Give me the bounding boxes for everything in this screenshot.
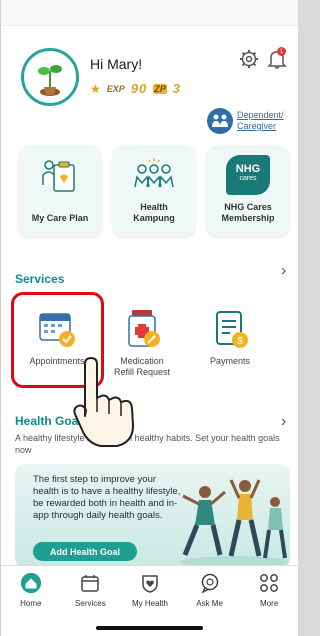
nav-ask-me[interactable]: Ask Me: [180, 566, 240, 621]
pointing-hand-icon: [71, 356, 141, 451]
exp-label: EXP: [106, 83, 125, 94]
bottom-nav: Home Services My Health Ask Me More: [1, 565, 298, 621]
star-icon: ★: [90, 81, 101, 96]
nav-label: Home: [20, 599, 42, 608]
grid-icon: [258, 572, 280, 594]
status-bar: [1, 0, 298, 26]
banner-text: The first step to improve your health is…: [33, 474, 181, 521]
community-icon: [113, 154, 195, 196]
health-goals-description: A healthy lifestyle begins with healthy …: [15, 433, 280, 455]
nhg-logo-text: NHG: [235, 163, 261, 175]
service-label: Payments: [209, 356, 251, 366]
avatar[interactable]: [21, 48, 79, 106]
exercise-illustration: [180, 479, 290, 568]
zp-label: ZP: [153, 83, 167, 94]
add-health-goal-button[interactable]: Add Health Goal: [33, 542, 137, 561]
nhg-logo-sub: cares: [239, 175, 257, 182]
app-screen: Hi Mary! ★ EXP 90 ZP 3 1 Dependent/ Care…: [0, 0, 298, 636]
nav-more[interactable]: More: [239, 566, 298, 621]
card-label: Health Kampung: [113, 202, 195, 224]
calendar-icon: [79, 572, 101, 594]
nav-label: Ask Me: [196, 599, 223, 608]
medication-icon: [121, 308, 163, 350]
care-plan-icon: [19, 154, 101, 196]
card-nhg-cares[interactable]: NHG cares NHG Cares Membership: [207, 146, 289, 236]
exp-value: 90: [130, 81, 148, 96]
svg-text:$: $: [237, 336, 243, 347]
services-title: Services: [15, 272, 65, 286]
settings-gear-icon[interactable]: [239, 49, 259, 69]
points-row: ★ EXP 90 ZP 3: [90, 81, 181, 96]
dependent-caregiver-link[interactable]: Dependent/ Caregiver: [207, 108, 284, 134]
nav-label: More: [260, 599, 279, 608]
home-icon: [20, 572, 42, 594]
card-label-line: Kampung: [133, 213, 175, 223]
zp-value: 3: [172, 81, 181, 96]
card-label-line: Health: [140, 202, 168, 212]
home-indicator: [96, 626, 203, 630]
greeting-text: Hi Mary!: [90, 56, 143, 72]
sprout-icon: [38, 65, 62, 96]
heart-shield-icon: [139, 572, 161, 594]
card-label: My Care Plan: [31, 213, 89, 223]
notification-badge: 1: [277, 47, 286, 56]
card-health-kampung[interactable]: Health Kampung: [113, 146, 195, 236]
card-label: NHG Cares Membership: [207, 202, 289, 224]
card-my-care-plan[interactable]: My Care Plan: [19, 146, 101, 236]
nav-services[interactable]: Services: [61, 566, 121, 621]
health-goals-chevron-right-icon[interactable]: ›: [281, 413, 286, 431]
dependent-text: Dependent/: [237, 110, 284, 120]
nav-label: My Health: [131, 599, 168, 608]
nav-home[interactable]: Home: [1, 566, 61, 621]
services-chevron-right-icon[interactable]: ›: [281, 262, 286, 280]
card-label-line: NHG Cares: [224, 202, 272, 212]
nhg-cares-logo: NHG cares: [207, 154, 289, 196]
chat-icon: [199, 572, 221, 594]
card-label-line: Membership: [221, 213, 275, 223]
nav-label: Services: [75, 599, 106, 608]
caregiver-text: Caregiver: [237, 121, 277, 131]
payment-bill-icon: $: [209, 308, 251, 350]
service-payments[interactable]: $ Payments: [190, 308, 270, 367]
health-goal-banner[interactable]: The first step to improve your health is…: [15, 464, 290, 568]
nav-my-health[interactable]: My Health: [120, 566, 180, 621]
family-icon: [207, 108, 233, 134]
quick-cards: My Care Plan Health Kampung NHG cares NH…: [19, 146, 289, 236]
